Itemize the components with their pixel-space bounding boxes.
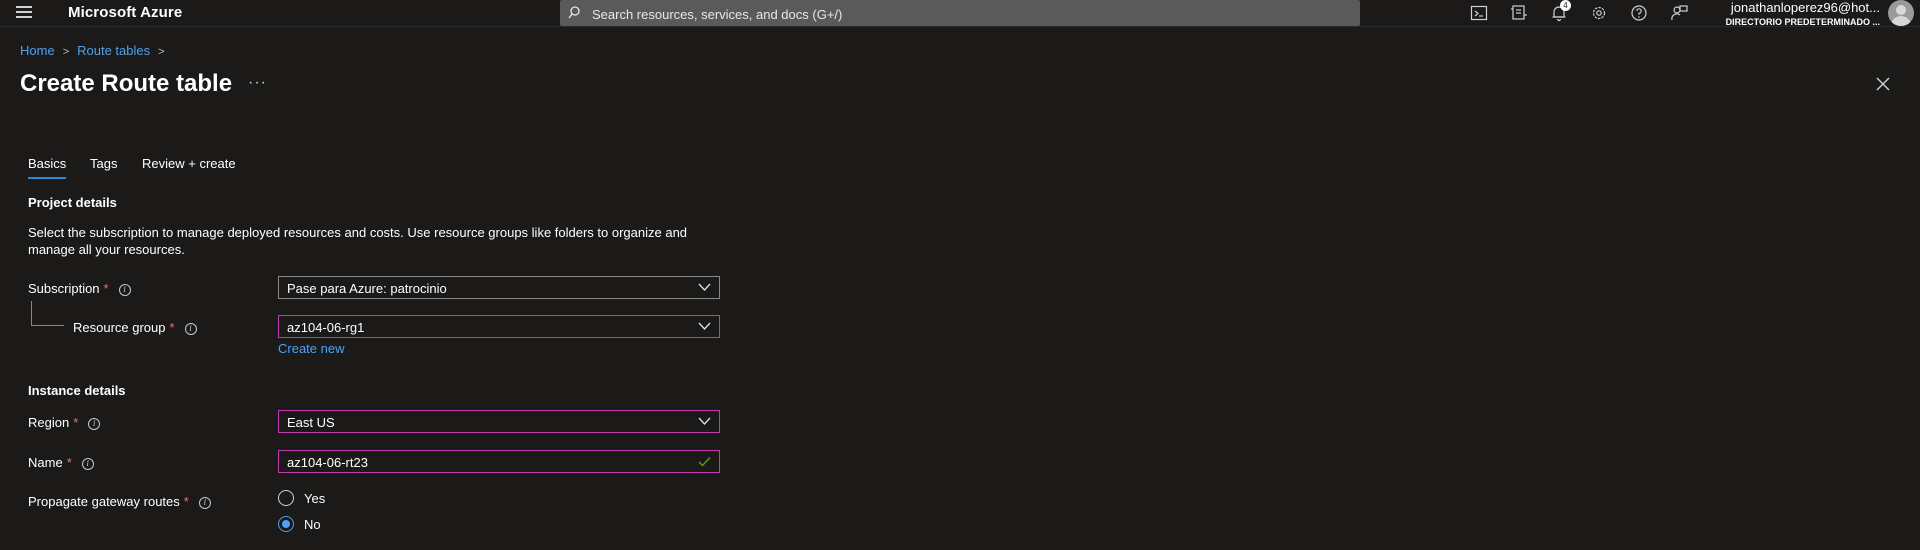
project-details-description: Select the subscription to manage deploy… [28, 225, 688, 257]
breadcrumb-route-tables-link[interactable]: Route tables [77, 43, 150, 58]
resource-group-label: Resource group * i [73, 320, 197, 335]
resource-group-label-text: Resource group [73, 320, 166, 335]
name-input[interactable]: az104-06-rt23 [278, 450, 720, 473]
page-title: Create Route table [20, 70, 233, 97]
notification-count-badge: 4 [1560, 0, 1571, 11]
info-icon[interactable]: i [198, 496, 211, 509]
search-input[interactable] [590, 0, 1354, 28]
tab-basics[interactable]: Basics [28, 156, 67, 179]
breadcrumb-home-link[interactable]: Home [20, 43, 55, 58]
chevron-down-icon [698, 322, 711, 330]
propagate-no-radio[interactable] [278, 516, 294, 532]
subscription-dropdown[interactable]: Pase para Azure: patrocinio [278, 276, 720, 299]
info-icon[interactable]: i [88, 417, 101, 430]
propagate-gateway-routes-label: Propagate gateway routes * i [28, 494, 211, 509]
required-marker: * [103, 281, 109, 296]
name-value: az104-06-rt23 [287, 455, 368, 470]
propagate-yes-label[interactable]: Yes [304, 491, 325, 506]
create-new-resource-group-link[interactable]: Create new [278, 341, 344, 356]
settings-gear-icon[interactable] [1590, 4, 1608, 22]
breadcrumb: Home > Route tables > [20, 43, 173, 58]
name-label: Name * i [28, 455, 94, 470]
info-icon[interactable]: i [118, 283, 131, 296]
name-label-text: Name [28, 455, 63, 470]
brand-title[interactable]: Microsoft Azure [68, 4, 182, 21]
close-icon[interactable] [1875, 76, 1891, 92]
user-avatar-icon [1891, 5, 1911, 26]
top-bar: Microsoft Azure 4 j [0, 0, 1920, 28]
resource-group-value: az104-06-rg1 [287, 320, 365, 335]
directory-filter-icon[interactable] [1510, 4, 1528, 22]
chevron-right-icon: > [158, 46, 165, 58]
required-marker: * [183, 494, 189, 509]
subscription-label: Subscription * i [28, 281, 131, 296]
required-marker: * [169, 320, 175, 335]
region-dropdown[interactable]: East US [278, 410, 720, 433]
propagate-gateway-routes-label-text: Propagate gateway routes [28, 494, 180, 509]
propagate-yes-radio[interactable] [278, 490, 294, 506]
resource-group-tree-connector [31, 301, 64, 326]
tab-review-create[interactable]: Review + create [142, 156, 236, 171]
checkmark-icon [698, 457, 711, 467]
resource-group-dropdown[interactable]: az104-06-rg1 [278, 315, 720, 338]
menu-icon[interactable] [16, 6, 32, 20]
info-icon[interactable]: i [81, 457, 94, 470]
avatar[interactable] [1888, 0, 1914, 26]
global-search[interactable] [560, 0, 1360, 28]
chevron-down-icon [698, 417, 711, 425]
region-label-text: Region [28, 415, 70, 430]
account-name: jonathanloperez96@hot... [1730, 0, 1880, 15]
chevron-down-icon [698, 283, 711, 291]
required-marker: * [73, 415, 79, 430]
instance-details-heading: Instance details [28, 383, 126, 398]
help-question-icon[interactable] [1630, 4, 1648, 22]
subscription-value: Pase para Azure: patrocinio [287, 281, 447, 296]
search-icon [568, 6, 580, 19]
region-label: Region * i [28, 415, 101, 430]
chevron-right-icon: > [62, 46, 70, 58]
tab-tags[interactable]: Tags [90, 156, 117, 171]
region-value: East US [287, 415, 335, 430]
feedback-icon[interactable] [1670, 4, 1688, 22]
project-details-heading: Project details [28, 195, 117, 210]
info-icon[interactable]: i [184, 322, 197, 335]
more-options-button[interactable]: ··· [248, 74, 267, 92]
account-directory: DIRECTORIO PREDETERMINADO ... [1725, 17, 1880, 27]
propagate-no-label[interactable]: No [304, 517, 321, 532]
cloud-shell-icon[interactable] [1470, 4, 1488, 22]
subscription-label-text: Subscription [28, 281, 100, 296]
required-marker: * [66, 455, 72, 470]
